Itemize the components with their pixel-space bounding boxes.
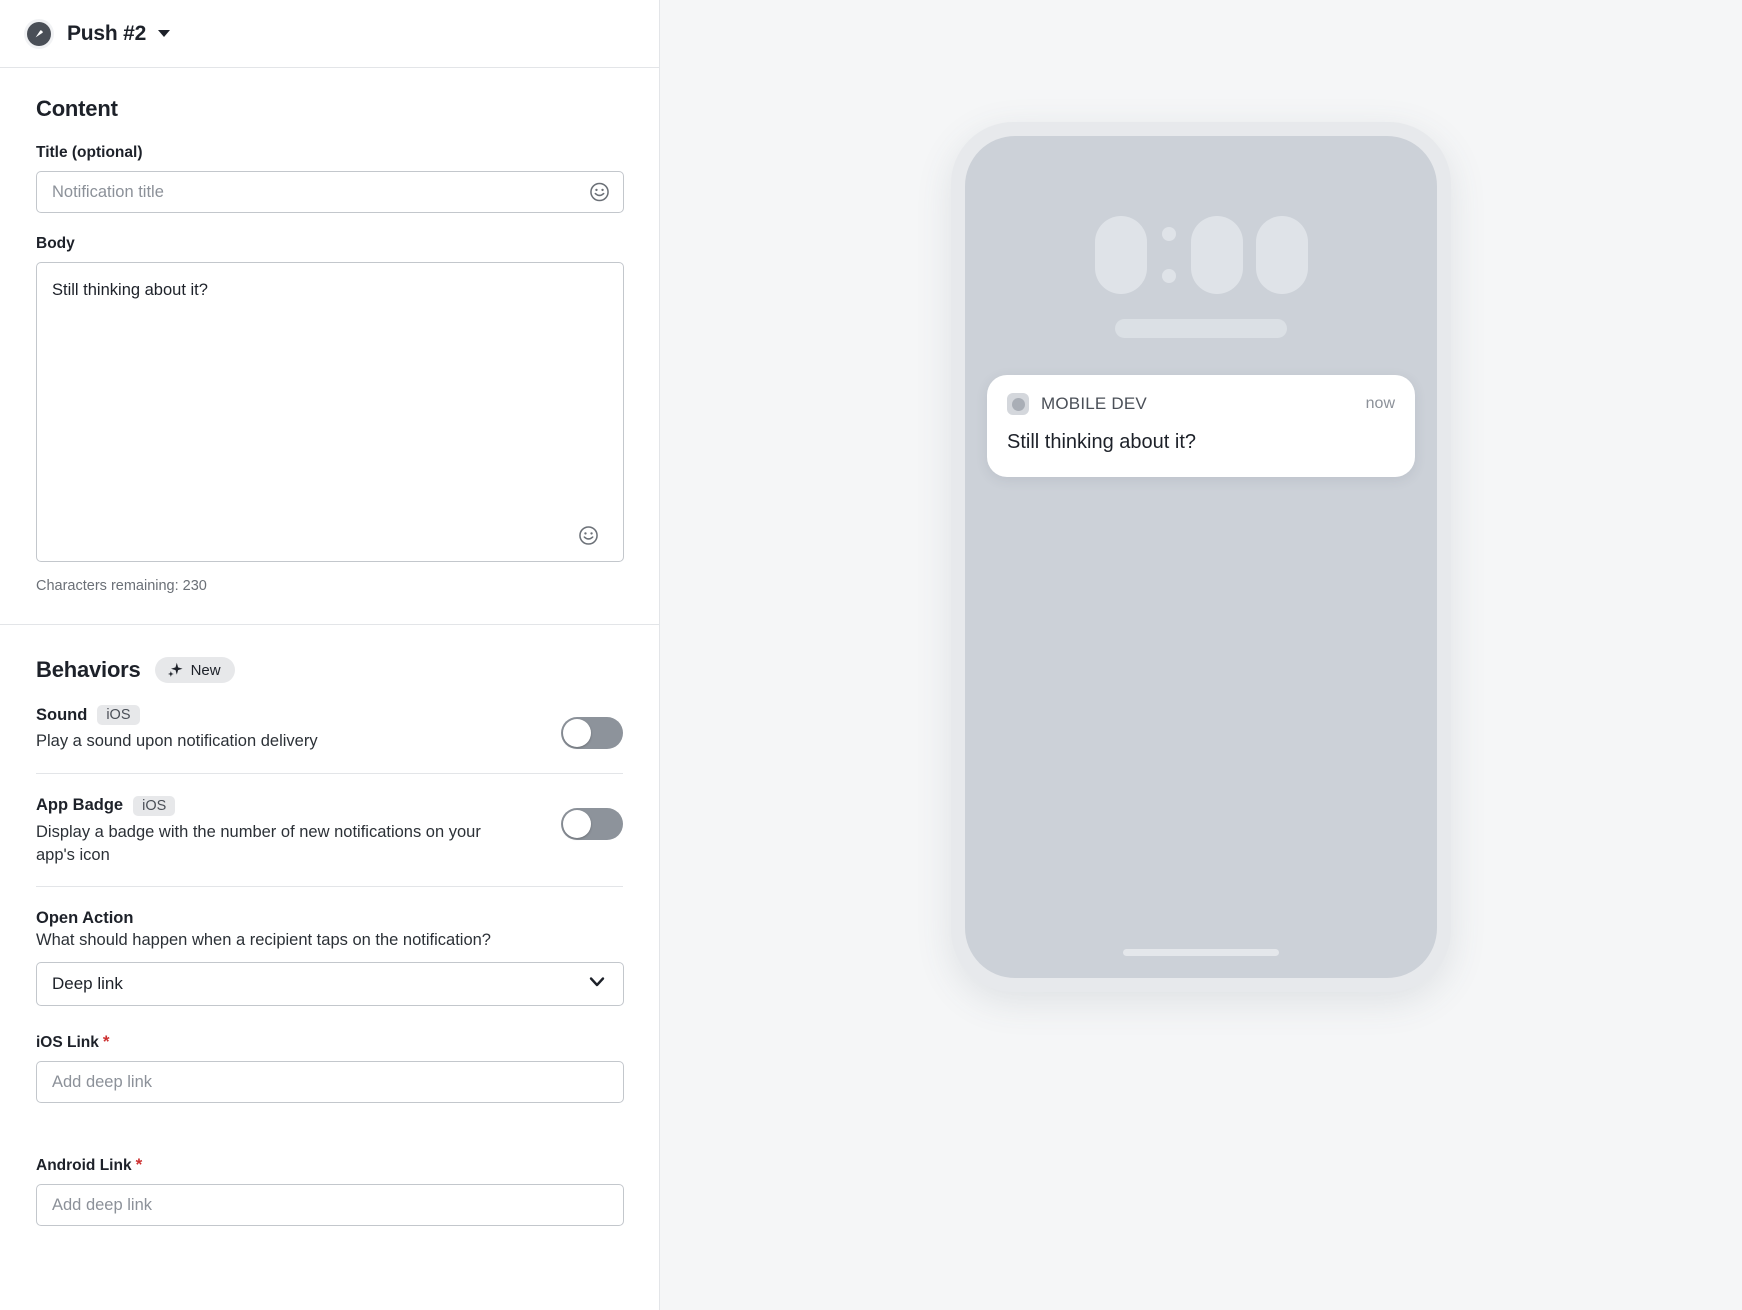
emoji-smiley-icon[interactable] — [579, 526, 598, 545]
required-marker: * — [102, 1032, 110, 1052]
preview-pane: MOBILE DEV now Still thinking about it? — [660, 0, 1742, 1310]
ios-deep-link-input[interactable] — [36, 1061, 624, 1104]
notification-timestamp: now — [1365, 395, 1395, 412]
body-field-group: Body Characters remaining: 230 — [36, 235, 624, 594]
date-placeholder — [1115, 319, 1287, 338]
notification-title-input[interactable] — [36, 171, 624, 213]
app-badge-setting-label: App Badge — [36, 796, 124, 815]
platform-tag-ios: iOS — [133, 795, 176, 816]
content-section-title: Content — [36, 96, 118, 121]
badge-label: New — [190, 661, 221, 679]
open-action-label: Open Action — [36, 909, 134, 928]
behavior-row: App Badge iOS Display a badge with the n… — [36, 774, 623, 888]
notification-body-textarea[interactable] — [36, 262, 624, 562]
clock-digit-placeholder — [1190, 216, 1243, 294]
body-field-label: Body — [36, 235, 75, 252]
open-action-group: Open Action What should happen when a re… — [36, 887, 624, 1007]
phone-screen: MOBILE DEV now Still thinking about it? — [965, 136, 1437, 978]
phone-mockup: MOBILE DEV now Still thinking about it? — [951, 122, 1451, 992]
clock-placeholder — [965, 216, 1437, 294]
page-title: Push #2 — [67, 21, 147, 45]
panel-header: Push #2 — [0, 0, 659, 68]
sound-setting-label: Sound — [36, 705, 88, 724]
clock-colon-placeholder — [1161, 227, 1176, 283]
clock-digit-placeholder — [1094, 216, 1147, 294]
sound-setting-description: Play a sound upon notification delivery — [36, 732, 318, 750]
home-indicator — [1123, 949, 1279, 956]
editor-scroll-area[interactable]: Content Title (optional) Notification ti… — [0, 68, 659, 1310]
sparkles-icon — [166, 661, 184, 679]
open-action-selected-value: Deep link — [52, 974, 123, 994]
editor-panel: Push #2 Content Title (optional) Notific… — [0, 0, 660, 1310]
title-field-label: Title (optional) — [36, 144, 143, 161]
behaviors-section-title: Behaviors — [36, 657, 141, 682]
notification-app-name: MOBILE DEV — [1041, 394, 1147, 413]
android-link-group: Android Link * — [36, 1155, 624, 1227]
platform-tag-ios: iOS — [97, 705, 140, 725]
ios-link-group: iOS Link * — [36, 1032, 624, 1104]
notification-header: MOBILE DEV now — [1007, 393, 1395, 415]
title-field-group: Title (optional) — [36, 144, 624, 213]
behavior-row: Sound iOS Play a sound upon notification… — [36, 683, 623, 774]
ios-link-label: iOS Link * — [36, 1032, 623, 1052]
chevron-down-icon[interactable] — [158, 30, 171, 37]
push-notification-icon — [24, 18, 54, 49]
push-notification-editor: Push #2 Content Title (optional) Notific… — [0, 0, 1742, 1310]
clock-digit-placeholder — [1255, 216, 1308, 294]
open-action-select[interactable]: Deep link — [36, 962, 624, 1007]
android-deep-link-input[interactable] — [36, 1184, 624, 1227]
open-action-description: What should happen when a recipient taps… — [36, 931, 491, 950]
characters-remaining-label: Characters remaining: 230 — [36, 578, 207, 594]
behaviors-section: Behaviors New Sound iOS Play a sound upo… — [0, 625, 659, 1227]
status-badge: New — [154, 657, 235, 683]
behaviors-header: Behaviors New — [36, 657, 623, 683]
emoji-smiley-icon[interactable] — [590, 182, 609, 202]
app-badge-setting-description: Display a badge with the number of new n… — [36, 822, 481, 864]
android-link-label: Android Link * — [36, 1155, 623, 1175]
sound-toggle[interactable] — [561, 717, 623, 749]
notification-preview-card: MOBILE DEV now Still thinking about it? — [987, 375, 1415, 477]
app-badge-toggle[interactable] — [561, 807, 623, 840]
ios-link-label-text: iOS Link — [36, 1034, 99, 1052]
notification-body-text: Still thinking about it? — [1007, 431, 1197, 453]
required-marker: * — [135, 1155, 143, 1175]
app-icon-placeholder — [1007, 393, 1029, 415]
content-section: Content Title (optional) Notification ti… — [0, 68, 659, 625]
android-link-label-text: Android Link — [36, 1157, 132, 1175]
